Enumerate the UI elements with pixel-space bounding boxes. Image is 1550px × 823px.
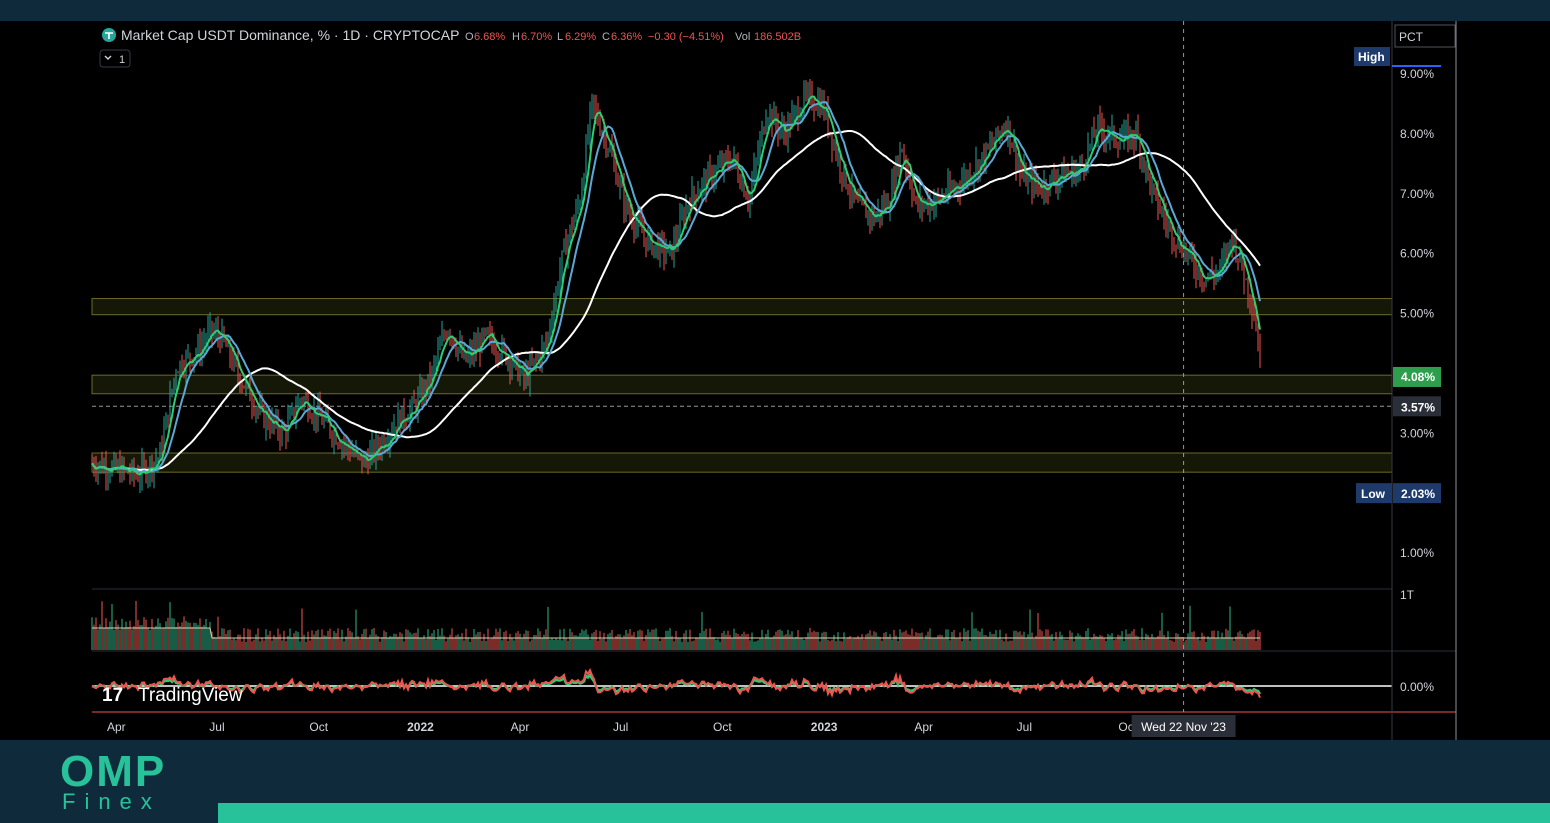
y-tick-label: 5.00% (1400, 307, 1434, 321)
y-tick-label: 3.00% (1400, 426, 1434, 440)
tradingview-logo-icon: 17 (102, 685, 123, 706)
x-tick-label: Oct (713, 720, 732, 734)
zone-band-0 (91, 298, 1393, 316)
volume-label: Vol (735, 31, 750, 43)
ohlc-low-value: 6.29% (565, 31, 596, 43)
collapse-indicators-button[interactable]: 1 (99, 49, 131, 68)
range-low-value: 2.03% (1401, 487, 1435, 501)
x-tick-label: Jul (613, 720, 628, 734)
scale-mode-button[interactable]: PCT (1394, 24, 1456, 48)
ohlc-high-value: 6.70% (521, 31, 552, 43)
crosshair-date-label: Wed 22 Nov '23 (1141, 720, 1226, 734)
last-price-label: 4.08% (1401, 370, 1435, 384)
x-tick-label: Apr (511, 720, 530, 734)
collapse-count: 1 (119, 54, 125, 66)
volume-axis-label: 1T (1400, 588, 1415, 602)
x-tick-label: Jul (209, 720, 224, 734)
x-tick-label: Oc (1118, 720, 1133, 734)
reference-price-label: 3.57% (1401, 400, 1435, 414)
ohlc-open-label: O (465, 31, 474, 43)
brand-stripe (218, 803, 1550, 823)
ohlc-close-value: 6.36% (611, 31, 642, 43)
y-tick-label: 9.00% (1400, 67, 1434, 81)
symbol-title: Market Cap USDT Dominance, % · 1D · CRYP… (121, 27, 459, 43)
oscillator-axis-label: 0.00% (1400, 680, 1434, 694)
x-tick-label: 2023 (811, 720, 838, 734)
y-tick-label: 8.00% (1400, 127, 1434, 141)
y-tick-label: 7.00% (1400, 187, 1434, 201)
ohlc-low-label: L (557, 31, 563, 43)
finex-logo-text: Finex (62, 789, 161, 814)
ohlc-open-value: 6.68% (474, 31, 505, 43)
x-tick-label: Oct (309, 720, 328, 734)
scale-mode-label: PCT (1399, 30, 1424, 44)
x-tick-label: Apr (914, 720, 933, 734)
omp-logo: OMP (60, 747, 167, 796)
ohlc-close-label: C (602, 31, 610, 43)
tradingview-wordmark: TradingView (138, 685, 243, 706)
volume-value: 186.502B (754, 31, 801, 43)
ohlc-high-label: H (512, 31, 520, 43)
x-tick-label: Apr (107, 720, 126, 734)
range-high-label: High (1358, 50, 1385, 64)
tradingview-watermark: 17 TradingView (102, 685, 243, 706)
collapse-button-box (99, 49, 131, 68)
chart-svg[interactable]: 9.00% 8.00% 7.00% 6.00% 5.00% 3.00% 1.00% 1T 0.0… (0, 0, 1550, 823)
x-tick-label: 2022 (407, 720, 434, 734)
zone-band-2 (91, 452, 1393, 473)
y-tick-label: 1.00% (1400, 546, 1434, 560)
range-low-label: Low (1361, 487, 1386, 501)
y-tick-label: 6.00% (1400, 247, 1434, 261)
x-tick-label: Jul (1017, 720, 1032, 734)
ohlc-change-value: −0.30 (−4.51%) (648, 31, 724, 43)
